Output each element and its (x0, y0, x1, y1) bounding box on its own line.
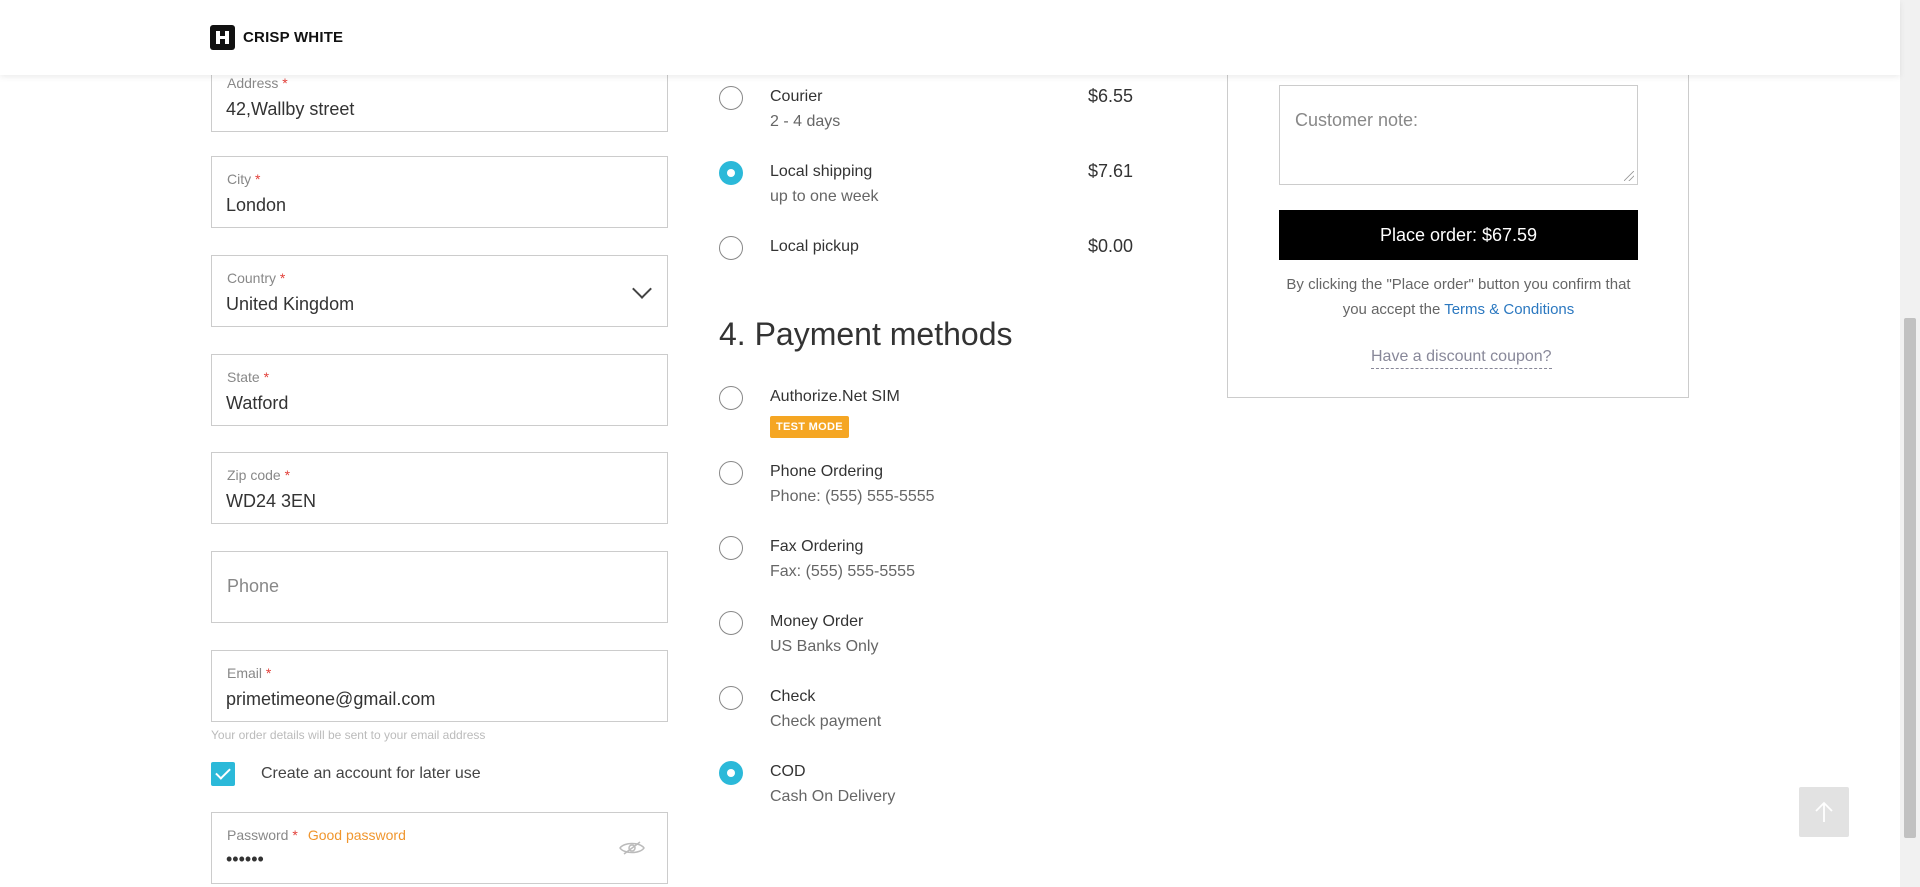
radio-money-order[interactable] (719, 611, 743, 635)
eye-off-icon[interactable] (619, 841, 645, 855)
logo[interactable]: CRISP WHITE (210, 25, 343, 50)
phone-field[interactable]: Phone (211, 551, 668, 623)
discount-coupon-link[interactable]: Have a discount coupon? (1371, 348, 1552, 369)
option-name: Money Order (770, 613, 864, 630)
option-price: $0.00 (1088, 236, 1134, 256)
radio-fax-ordering[interactable] (719, 536, 743, 560)
option-sub: up to one week (770, 188, 879, 205)
radio-local-pickup[interactable] (719, 236, 743, 260)
address-value: 42,Wallby street (226, 99, 355, 119)
radio-courier[interactable] (719, 86, 743, 110)
option-name: Courier (770, 88, 823, 105)
chevron-down-icon[interactable] (632, 279, 652, 299)
customer-note-placeholder: Customer note: (1295, 110, 1419, 130)
radio-cod[interactable] (719, 761, 743, 785)
password-label: Password (227, 827, 289, 843)
state-value: Watford (226, 393, 289, 413)
city-field[interactable]: City * London (211, 156, 668, 228)
back-to-top-button[interactable] (1799, 787, 1849, 837)
zip-code-value: WD24 3EN (226, 491, 317, 511)
terms-link[interactable]: Terms & Conditions (1444, 301, 1574, 318)
required-mark: * (284, 467, 291, 483)
password-value: •••••• (226, 849, 264, 869)
option-name: Check (770, 688, 816, 705)
option-price: $6.55 (1088, 86, 1134, 106)
option-price: $7.61 (1088, 161, 1134, 181)
email-value: primetimeone@gmail.com (226, 689, 436, 709)
state-field[interactable]: State * Watford (211, 354, 668, 426)
email-label: Email (227, 665, 263, 681)
zip-code-field[interactable]: Zip code * WD24 3EN (211, 452, 668, 524)
state-label: State (227, 369, 260, 385)
test-mode-badge: TEST MODE (770, 416, 849, 438)
option-sub: Check payment (770, 713, 882, 730)
page-scrollbar[interactable] (1900, 0, 1920, 887)
radio-local-shipping[interactable] (719, 161, 743, 185)
radio-check[interactable] (719, 686, 743, 710)
city-value: London (226, 195, 287, 215)
site-header: CRISP WHITE (0, 0, 1900, 75)
create-account-checkbox[interactable] (211, 762, 235, 786)
option-name: Fax Ordering (770, 538, 864, 555)
required-mark: * (255, 171, 261, 187)
create-account-label: Create an account for later use (261, 765, 481, 782)
required-mark: * (292, 827, 298, 843)
radio-authorize-net[interactable] (719, 386, 743, 410)
option-name: Local pickup (770, 238, 859, 255)
option-sub: US Banks Only (770, 638, 879, 655)
email-field[interactable]: Email * primetimeone@gmail.com (211, 650, 668, 722)
place-order-button[interactable]: Place order: $67.59 (1279, 210, 1638, 260)
password-field[interactable]: Password * Good password •••••• (211, 812, 668, 884)
option-name: Local shipping (770, 163, 873, 180)
option-name: Phone Ordering (770, 463, 883, 480)
address-label: Address (227, 75, 279, 91)
resize-handle-icon[interactable] (1624, 171, 1634, 181)
required-mark: * (279, 270, 286, 286)
create-account-row: Create an account for later use (211, 762, 481, 786)
country-label: Country (227, 270, 277, 286)
option-sub: Phone: (555) 555-5555 (770, 488, 935, 505)
logo-icon (210, 25, 235, 50)
option-sub: Cash On Delivery (770, 788, 896, 805)
arrow-up-icon (1815, 801, 1833, 822)
scrollbar-thumb[interactable] (1904, 318, 1916, 838)
logo-text: CRISP WHITE (243, 29, 344, 46)
customer-note-textarea[interactable]: Customer note: (1279, 85, 1638, 185)
phone-placeholder: Phone (227, 576, 280, 596)
password-strength: Good password (307, 827, 406, 843)
payment-methods-title: 4. Payment methods (719, 316, 1013, 352)
country-select[interactable]: Country * United Kingdom (211, 255, 668, 327)
option-name: Authorize.Net SIM (770, 388, 900, 405)
required-mark: * (265, 665, 272, 681)
country-value: United Kingdom (226, 294, 355, 314)
city-label: City (227, 171, 252, 187)
option-sub: 2 - 4 days (770, 113, 841, 130)
email-hint: Your order details will be sent to your … (211, 728, 486, 742)
required-mark: * (282, 75, 288, 91)
zip-code-label: Zip code (227, 467, 281, 483)
required-mark: * (263, 369, 270, 385)
radio-phone-ordering[interactable] (719, 461, 743, 485)
option-sub: Fax: (555) 555-5555 (770, 563, 915, 580)
terms-confirmation: By clicking the "Place order" button you… (1279, 272, 1638, 322)
option-name: COD (770, 763, 806, 780)
